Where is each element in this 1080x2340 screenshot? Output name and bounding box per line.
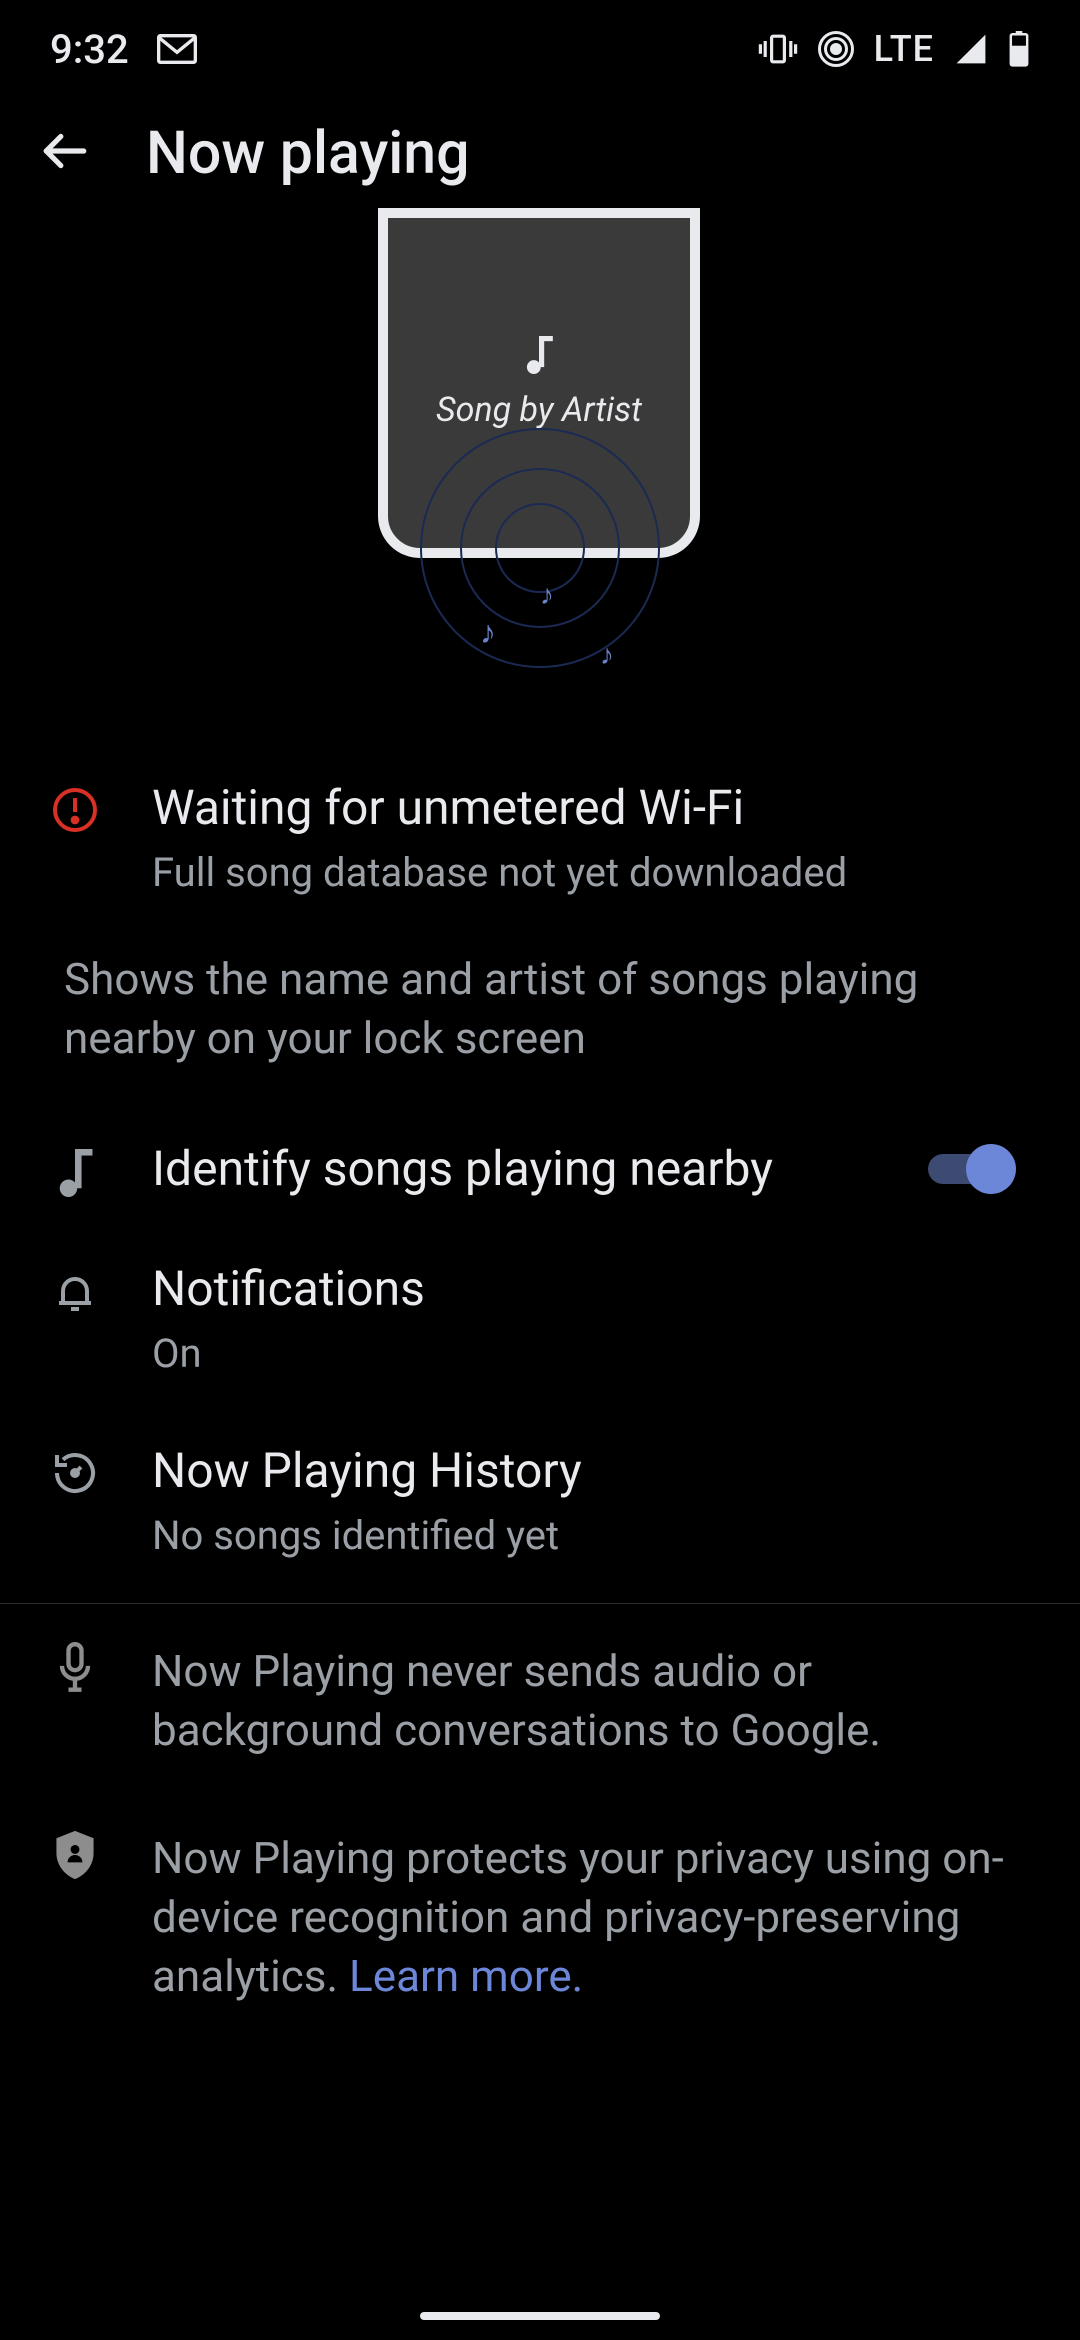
music-note-icon: ♪ (480, 613, 496, 651)
learn-more-link[interactable]: Learn more. (349, 1950, 583, 2002)
identify-toggle-row[interactable]: Identify songs playing nearby (0, 1109, 1080, 1229)
alert-icon (48, 786, 102, 834)
music-note-icon (524, 336, 554, 378)
app-bar: Now playing (0, 98, 1080, 208)
back-button[interactable] (40, 126, 90, 180)
mic-icon (48, 1642, 102, 1694)
network-label: LTE (874, 28, 934, 70)
notifications-label: Notifications (152, 1259, 1016, 1319)
history-value: No songs identified yet (152, 1509, 1016, 1563)
gmail-icon (157, 34, 197, 64)
music-note-icon (48, 1149, 102, 1197)
identify-label: Identify songs playing nearby (152, 1139, 878, 1199)
info-privacy-row: Now Playing protects your privacy using … (0, 1791, 1080, 2037)
notice-subtitle: Full song database not yet downloaded (152, 846, 1016, 900)
feature-description: Shows the name and artist of songs playi… (0, 930, 1080, 1109)
history-row[interactable]: Now Playing History No songs identified … (0, 1411, 1080, 1593)
page-title: Now playing (146, 119, 470, 188)
notice-title: Waiting for unmetered Wi-Fi (152, 778, 1016, 838)
history-icon (48, 1449, 102, 1497)
cell-signal-icon (954, 33, 988, 65)
status-time: 9:32 (50, 26, 129, 73)
wifi-notice-row: Waiting for unmetered Wi-Fi Full song da… (0, 748, 1080, 930)
gesture-nav-bar[interactable] (420, 2312, 660, 2320)
info-audio-text: Now Playing never sends audio or backgro… (152, 1642, 1016, 1761)
privacy-shield-icon (48, 1829, 102, 1881)
illustration-text: Song by Artist (436, 390, 642, 430)
status-bar: 9:32 LTE (0, 0, 1080, 98)
info-privacy-text: Now Playing protects your privacy using … (152, 1829, 1016, 2007)
now-playing-illustration: Song by Artist ♪ ♪ ♪ (0, 208, 1080, 748)
notifications-row[interactable]: Notifications On (0, 1229, 1080, 1411)
battery-icon (1008, 31, 1030, 67)
music-note-icon: ♪ (600, 638, 614, 671)
info-audio-row: Now Playing never sends audio or backgro… (0, 1604, 1080, 1791)
identify-switch[interactable] (928, 1144, 1016, 1194)
bell-icon (48, 1267, 102, 1315)
history-label: Now Playing History (152, 1441, 1016, 1501)
music-note-icon: ♪ (540, 578, 554, 611)
notifications-value: On (152, 1327, 1016, 1381)
hotspot-icon (818, 31, 854, 67)
vibrate-icon (758, 33, 798, 65)
